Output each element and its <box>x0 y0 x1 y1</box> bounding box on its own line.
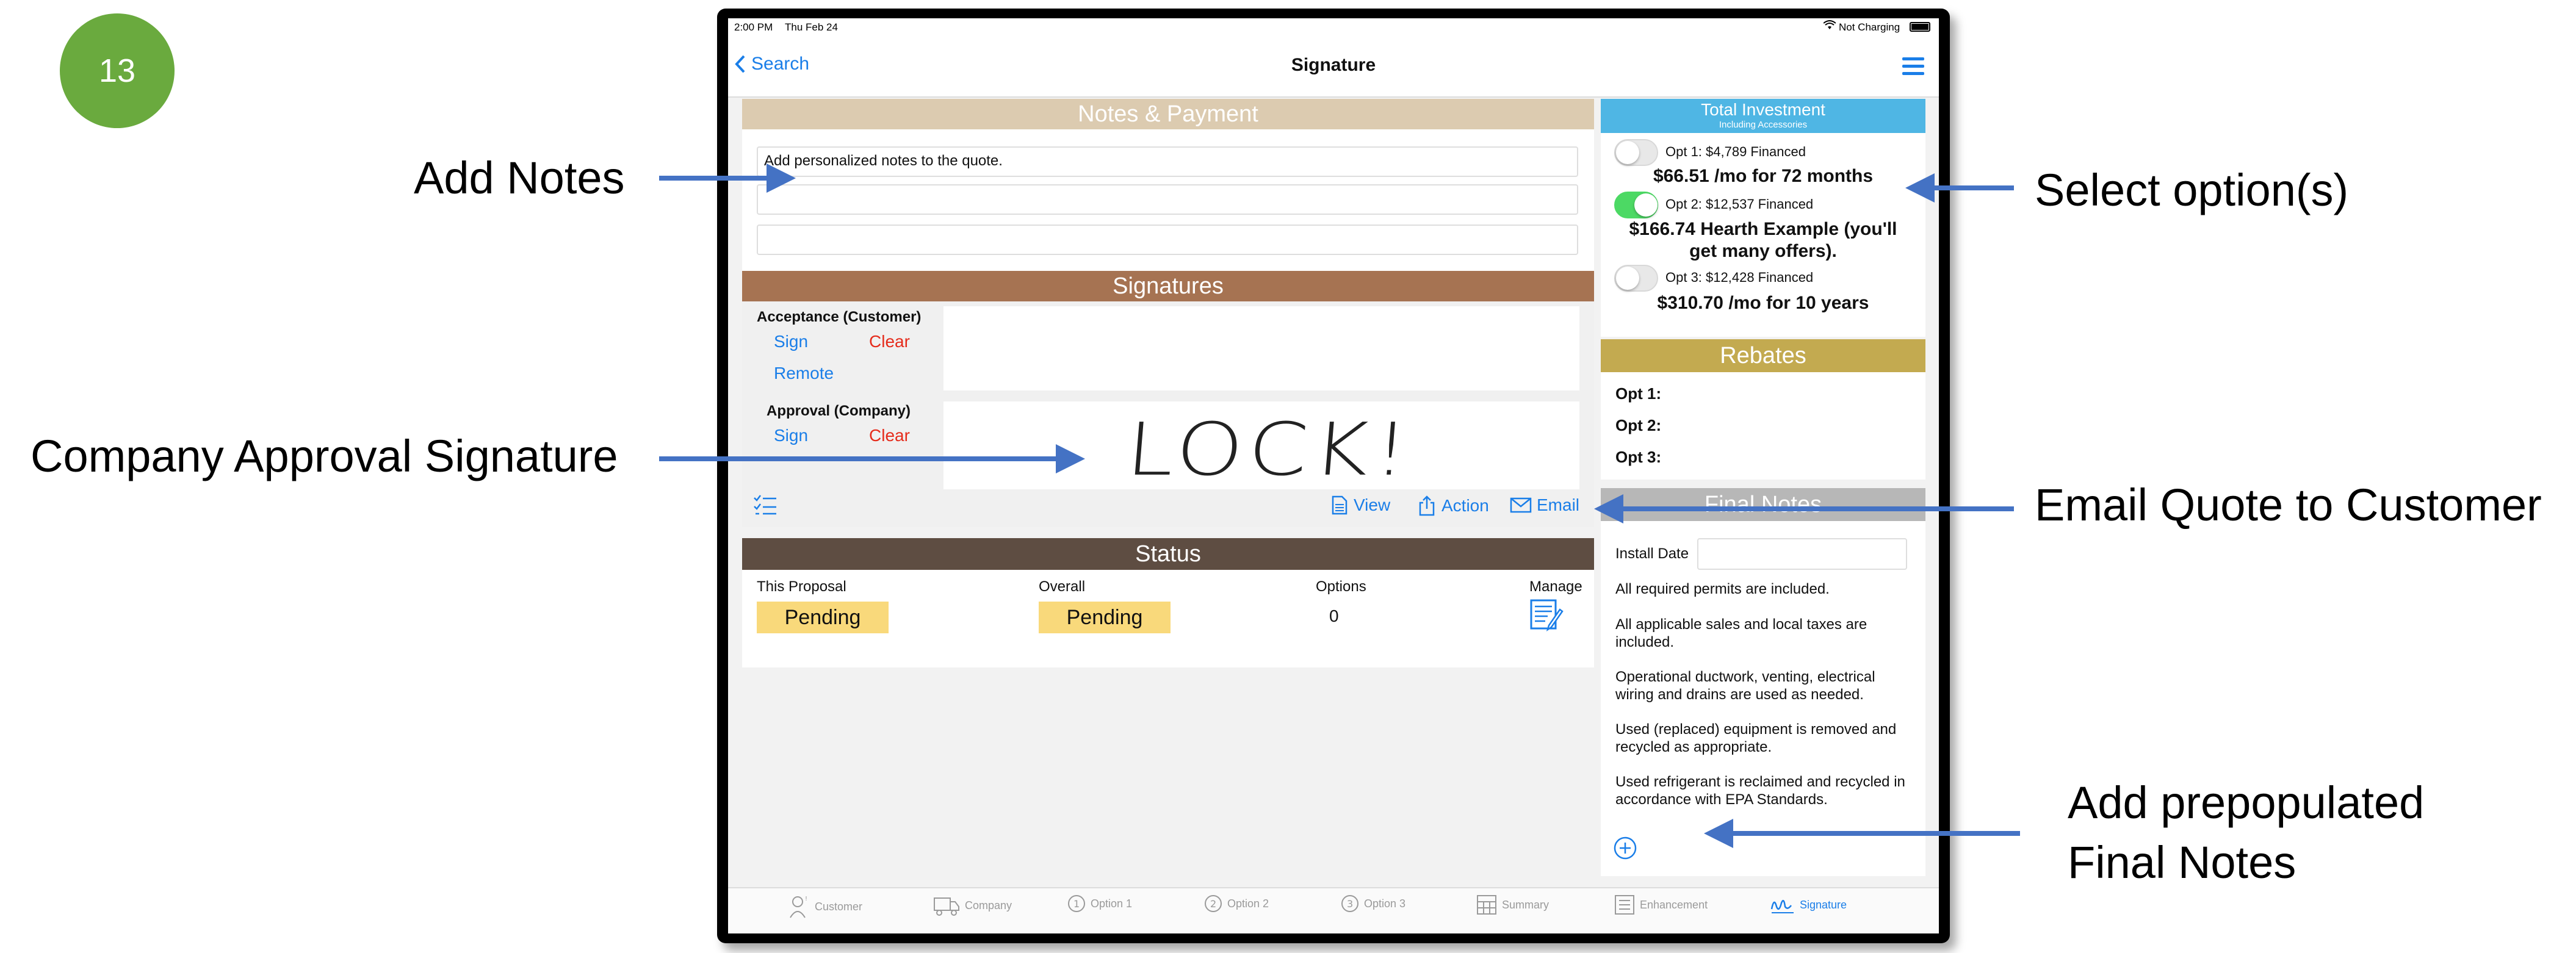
callout-arrows <box>659 164 2020 848</box>
